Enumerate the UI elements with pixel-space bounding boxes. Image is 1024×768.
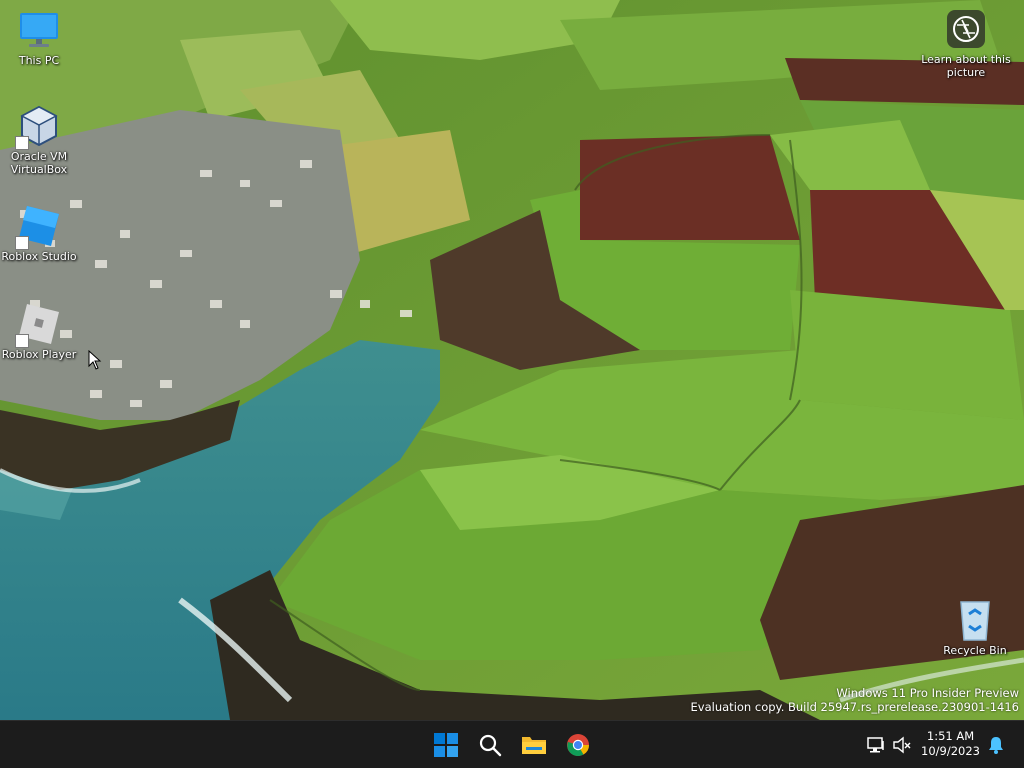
shortcut-arrow-icon — [15, 136, 29, 150]
shortcut-arrow-icon — [15, 236, 29, 250]
recycle-bin-icon — [953, 598, 997, 642]
desktop-icon-roblox-player[interactable]: Roblox Player — [1, 302, 77, 361]
clock-date: 10/9/2023 — [921, 744, 980, 758]
volume-muted-icon[interactable] — [892, 735, 912, 755]
roblox-player-icon — [15, 302, 61, 348]
desktop-icon-label: Oracle VM VirtualBox — [10, 150, 68, 176]
desktop-icon-roblox-studio[interactable]: Roblox Studio — [1, 204, 77, 263]
taskbar: 1:51 AM 10/9/2023 — [0, 720, 1024, 768]
learn-about-this-picture[interactable]: Learn about this picture — [916, 10, 1016, 79]
desktop-icon-this-pc[interactable]: This PC — [1, 8, 77, 67]
clock-time: 1:51 AM — [926, 729, 975, 743]
mouse-cursor-icon — [88, 350, 102, 370]
watermark-build: Evaluation copy. Build 25947.rs_prerelea… — [690, 700, 1019, 714]
virtualbox-icon — [15, 104, 61, 150]
shortcut-arrow-icon — [15, 334, 29, 348]
notification-bell-icon[interactable] — [986, 735, 1006, 755]
search-button[interactable] — [472, 727, 508, 763]
desktop-icon-label: Roblox Player — [1, 348, 77, 361]
network-icon[interactable] — [866, 735, 886, 755]
desktop-wallpaper — [0, 0, 1024, 720]
roblox-studio-icon — [15, 204, 61, 250]
desktop-icon-virtualbox[interactable]: Oracle VM VirtualBox — [1, 104, 77, 176]
watermark-edition: Windows 11 Pro Insider Preview — [836, 686, 1019, 700]
file-explorer-button[interactable] — [516, 727, 552, 763]
monitor-icon — [17, 8, 61, 52]
desktop[interactable]: This PC Oracle VM VirtualBox Roblox Stud… — [0, 0, 1024, 720]
windows-logo-icon — [434, 733, 458, 757]
folder-icon — [522, 737, 546, 754]
start-button[interactable] — [428, 727, 464, 763]
camera-icon — [947, 10, 985, 48]
desktop-icon-label: This PC — [18, 54, 60, 67]
desktop-icon-label: Roblox Studio — [1, 250, 77, 263]
desktop-icon-label: Recycle Bin — [943, 644, 1007, 657]
desktop-icon-recycle-bin[interactable]: Recycle Bin — [937, 598, 1013, 657]
chrome-icon — [567, 734, 589, 756]
learn-more-label: Learn about this picture — [921, 53, 1011, 79]
chrome-button[interactable] — [560, 727, 596, 763]
taskbar-clock[interactable]: 1:51 AM 10/9/2023 — [921, 729, 980, 759]
evaluation-watermark: Windows 11 Pro Insider Preview Evaluatio… — [691, 686, 1019, 714]
search-icon — [479, 734, 502, 757]
